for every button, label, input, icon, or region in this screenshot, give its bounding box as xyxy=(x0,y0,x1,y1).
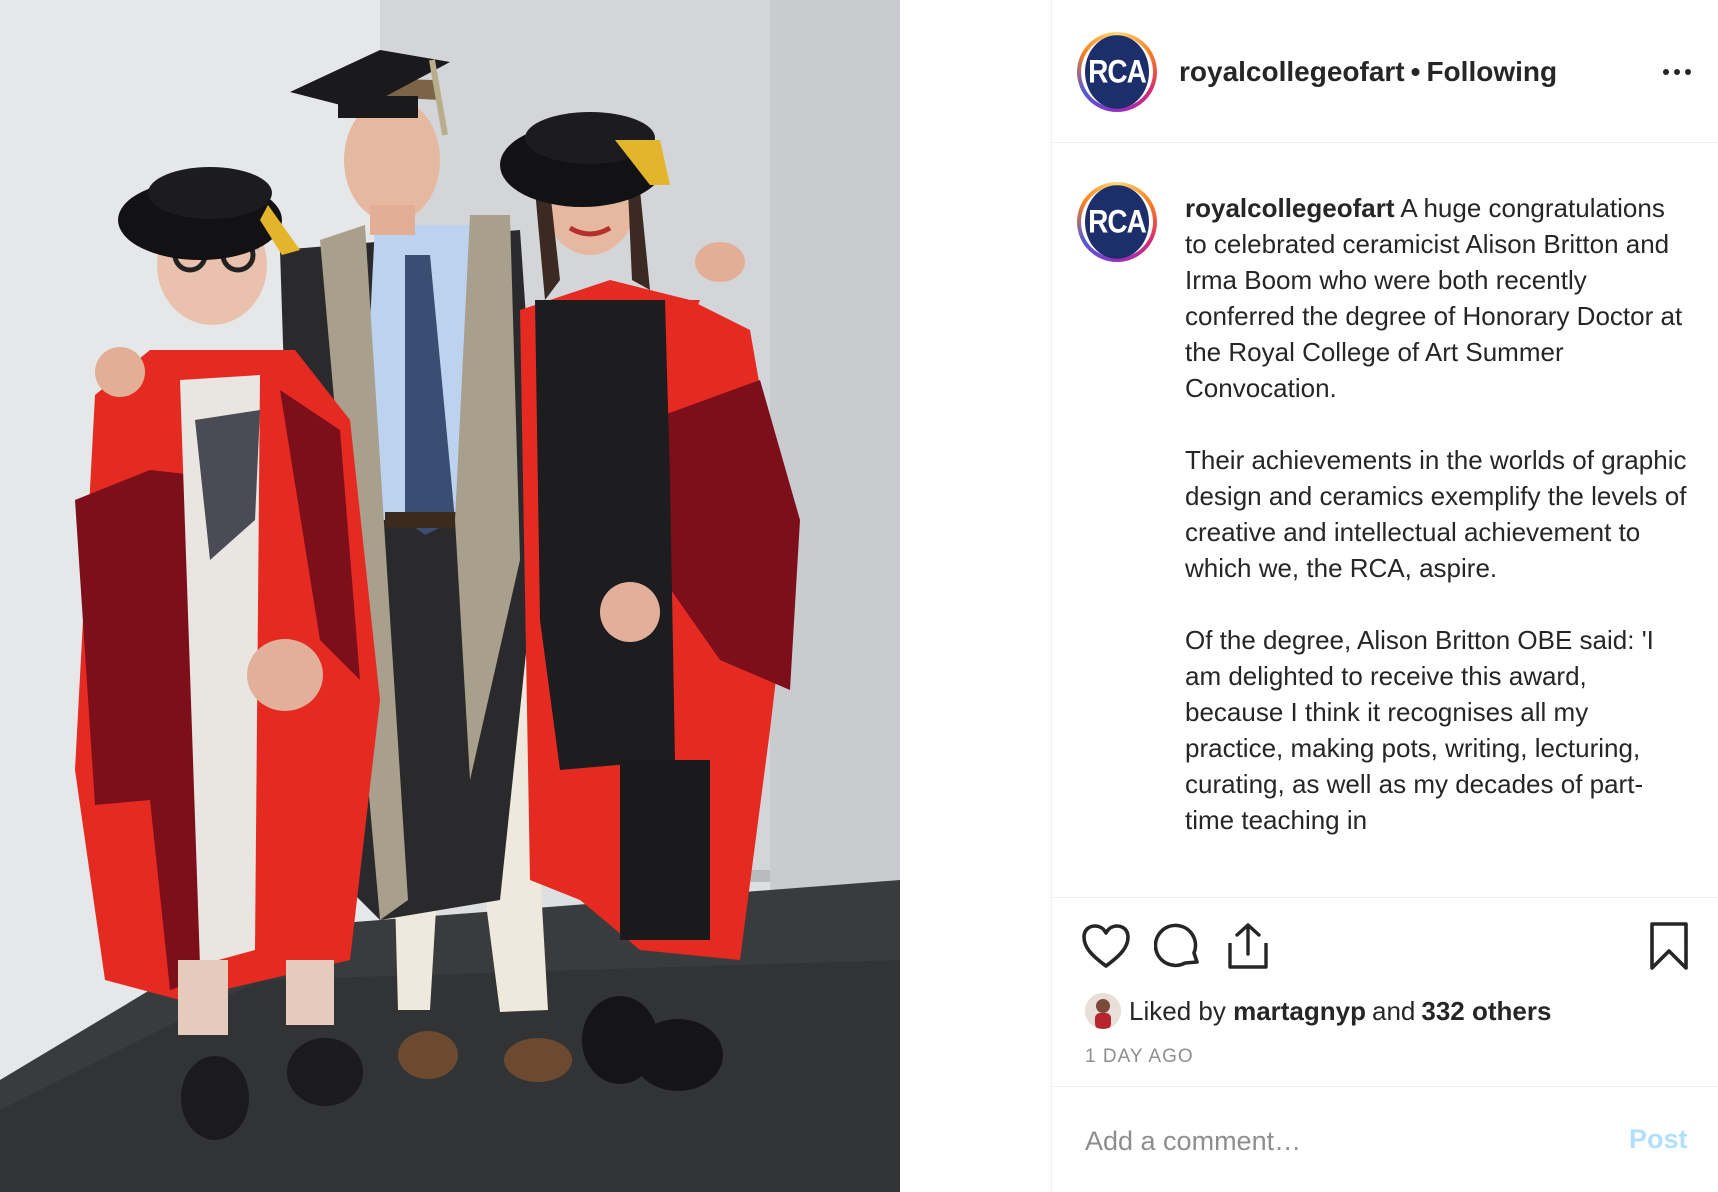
graduation-photo xyxy=(0,0,900,1192)
actions-section: Liked by martagnyp and 332 others 1 DAY AG… xyxy=(1052,897,1718,1087)
caption-username[interactable]: royalcollegeofart xyxy=(1185,193,1395,223)
comment-icon[interactable] xyxy=(1152,920,1204,972)
post-side-panel: RCA royalcollegeofart • Following RCA roya… xyxy=(1051,0,1718,1192)
bookmark-icon[interactable] xyxy=(1643,920,1695,972)
rca-logo: RCA xyxy=(1085,185,1149,259)
more-options-icon[interactable] xyxy=(1652,52,1702,92)
caption-text: royalcollegeofart A huge congratulations… xyxy=(1185,190,1690,838)
likes-prefix: Liked by xyxy=(1129,995,1226,1026)
photo-gutter xyxy=(900,0,1051,1192)
likes-joiner: and xyxy=(1372,995,1416,1026)
caption-paragraph-2: Their achievements in the worlds of grap… xyxy=(1185,445,1687,583)
post-photo[interactable] xyxy=(0,0,900,1192)
liker-avatar[interactable] xyxy=(1085,993,1121,1029)
caption-area: RCA royalcollegeofart A huge congratulat… xyxy=(1052,144,1718,896)
share-icon[interactable] xyxy=(1222,920,1274,972)
rca-logo: RCA xyxy=(1085,35,1149,109)
header-account-line: royalcollegeofart • Following xyxy=(1179,56,1557,88)
header-username[interactable]: royalcollegeofart xyxy=(1179,56,1405,87)
likes-summary: Liked by martagnyp and 332 others xyxy=(1085,991,1551,1031)
following-button[interactable]: Following xyxy=(1426,56,1557,87)
post-comment-button[interactable]: Post xyxy=(1629,1124,1688,1155)
caption-paragraph-3: Of the degree, Alison Britton OBE said: … xyxy=(1185,625,1654,835)
heart-icon[interactable] xyxy=(1080,920,1132,972)
header-separator: • xyxy=(1410,56,1421,87)
avatar-ring: RCA xyxy=(1081,35,1153,109)
instagram-post: RCA royalcollegeofart • Following RCA roya… xyxy=(0,0,1718,1192)
caption-avatar[interactable]: RCA xyxy=(1077,182,1157,262)
post-timestamp[interactable]: 1 DAY AGO xyxy=(1085,1046,1194,1068)
profile-avatar[interactable]: RCA xyxy=(1077,32,1157,112)
post-header: RCA royalcollegeofart • Following xyxy=(1052,0,1718,143)
likes-others-link[interactable]: 332 others xyxy=(1421,996,1551,1027)
avatar-ring: RCA xyxy=(1081,185,1153,259)
comment-box: Post xyxy=(1052,1088,1718,1192)
caption-paragraph-1: A huge congratulations to celebrated cer… xyxy=(1185,193,1683,403)
likes-user-link[interactable]: martagnyp xyxy=(1233,996,1366,1027)
comment-input[interactable] xyxy=(1085,1118,1605,1164)
